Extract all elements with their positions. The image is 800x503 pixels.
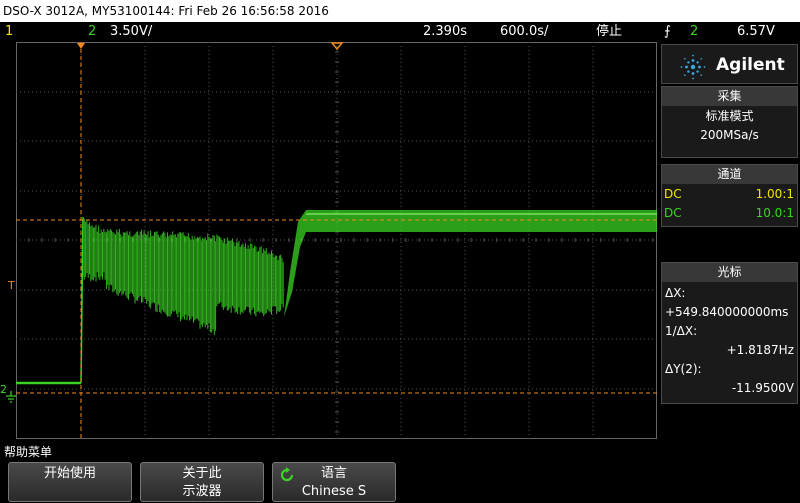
getting-started-button[interactable]: 开始使用: [8, 462, 132, 502]
trigger-edge-icon: ⨍: [664, 24, 671, 39]
channel-2-row[interactable]: DC 10.0:1: [662, 204, 797, 223]
acquire-header: 采集: [662, 87, 797, 106]
about-label-line1: 关于此: [182, 466, 222, 481]
window-title: DSO-X 3012A, MY53100144: Fri Feb 26 16:5…: [0, 0, 800, 22]
help-menu-label: 帮助菜单: [4, 445, 53, 459]
cursor-x1-marker[interactable]: [77, 43, 85, 49]
about-label-line2: 示波器: [182, 484, 222, 499]
trace-noise-band: [82, 218, 284, 336]
cursor-dx-value: +549.840000000ms: [665, 305, 789, 319]
trigger-level: 6.57V: [737, 24, 775, 39]
rotate-knob-icon: [280, 467, 294, 482]
cursor-inv-dx-label: 1/ΔX:: [665, 324, 698, 338]
brand-logo-text: Agilent: [716, 55, 785, 75]
graticule: [16, 42, 657, 439]
time-scale: 600.0s/: [500, 24, 549, 39]
language-button[interactable]: 语言 Chinese S: [272, 462, 396, 502]
ch2-probe: 10.0:1: [755, 206, 794, 220]
cursor-inv-dx-value: +1.8187Hz: [726, 343, 794, 357]
channels-box[interactable]: 通道 DC 1.00:1 DC 10.0:1: [661, 164, 798, 227]
side-panel: Agilent 采集 标准模式 200MSa/s 通道 DC 1.00:1 DC…: [661, 42, 800, 439]
cursors-header: 光标: [662, 263, 797, 282]
acquire-box[interactable]: 采集 标准模式 200MSa/s: [661, 86, 798, 158]
getting-started-label: 开始使用: [43, 466, 96, 481]
channels-header: 通道: [662, 165, 797, 184]
status-bar: 1 2 3.50V/ 2.390s 600.0s/ 停止 ⨍ 2 6.57V: [0, 22, 800, 42]
acquire-mode: 标准模式: [705, 109, 754, 123]
trigger-source: 2: [690, 24, 699, 39]
ch2-indicator[interactable]: 2: [88, 22, 96, 42]
run-state: 停止: [596, 24, 623, 39]
brand-box: Agilent: [661, 44, 798, 84]
time-delay: 2.390s: [423, 24, 467, 39]
ch2-scale: 3.50V/: [110, 24, 153, 39]
language-value: Chinese S: [301, 484, 367, 499]
agilent-spark-icon: [680, 54, 706, 80]
ch2-coupling: DC: [664, 206, 682, 220]
ch1-coupling: DC: [664, 187, 682, 201]
cursors-box[interactable]: 光标 ΔX: +549.840000000ms 1/ΔX: +1.8187Hz …: [661, 262, 798, 404]
cursor-dy-label: ΔY(2):: [665, 362, 702, 376]
ch2-trace: [16, 210, 657, 385]
channel-1-row[interactable]: DC 1.00:1: [662, 185, 797, 204]
ch1-indicator[interactable]: 1: [5, 22, 13, 42]
waveform-display[interactable]: [16, 42, 657, 439]
trace-high-plateau: [284, 210, 657, 317]
ch1-probe: 1.00:1: [755, 187, 794, 201]
cursor-dx-label: ΔX:: [665, 286, 686, 300]
ground-icon: [6, 391, 16, 403]
trigger-level-marker[interactable]: T: [8, 280, 15, 292]
cursor-dy-value: -11.9500V: [731, 381, 794, 395]
acquire-rate: 200MSa/s: [700, 128, 759, 142]
about-oscilloscope-button[interactable]: 关于此 示波器: [140, 462, 264, 502]
